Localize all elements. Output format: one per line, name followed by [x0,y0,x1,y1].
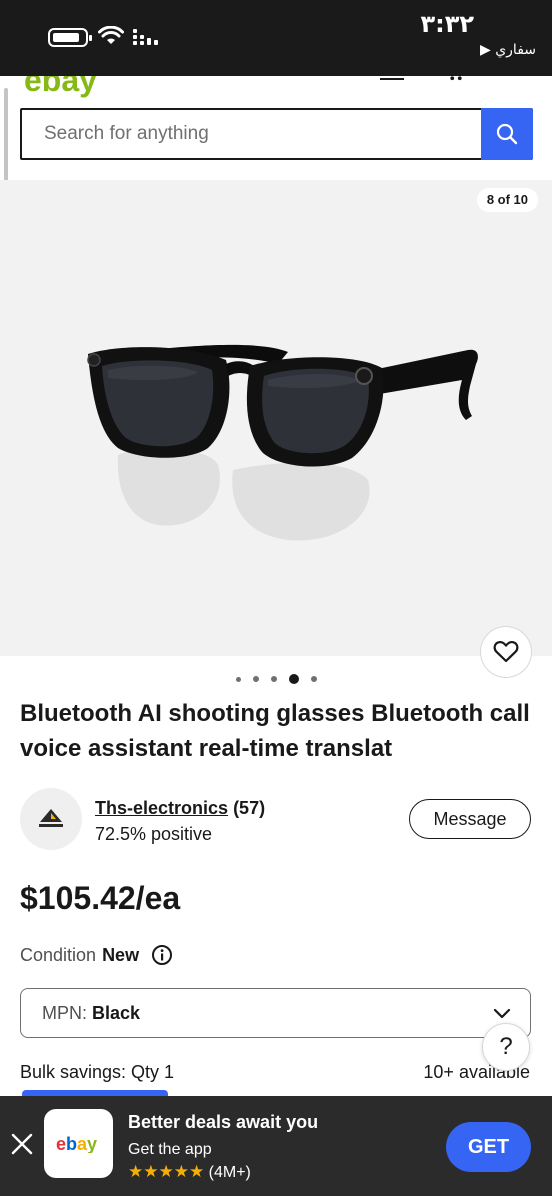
cellular-signal-icon [133,29,158,45]
product-image [87,344,478,541]
heart-icon [493,641,519,663]
watchlist-button[interactable] [480,626,532,678]
ebay-logo[interactable]: ebay [24,76,97,98]
banner-title: Better deals await you [128,1112,319,1132]
seller-username[interactable]: Ths-electronics [95,798,228,818]
message-seller-button[interactable]: Message [409,799,531,839]
get-app-button[interactable]: GET [446,1122,531,1172]
info-icon[interactable] [151,944,173,966]
pagination-dot[interactable] [235,676,241,682]
cart-icon[interactable] [446,76,466,82]
rating-count: (4M+) [208,1164,251,1181]
seller-positive-rating: 72.5% positive [95,824,213,844]
pagination-dot-active[interactable] [288,674,299,684]
star-rating-icon: ★★★★★ [128,1162,205,1181]
ebay-logo: ebay [56,1135,97,1153]
condition-label: Condition [20,944,97,965]
seller-name[interactable]: Ths-electronics (57) [95,798,265,819]
image-counter: 8 of 10 [476,188,538,212]
mpn-select[interactable]: MPN: Black [20,988,531,1038]
condition-value: New [102,944,140,965]
help-button[interactable]: ? [482,1023,530,1071]
seller-avatar[interactable] [20,788,82,850]
ebay-app-icon: ebay [44,1109,113,1178]
gallery-pagination [0,674,552,684]
app-install-banner: ebay Better deals await you Get the app … [0,1096,552,1196]
clock: ٣:٣٢ [420,10,474,38]
search-input[interactable] [22,110,482,158]
price: $105.42/ea [20,880,181,916]
wifi-icon [98,26,124,44]
seller-feedback-count: (57) [233,798,266,818]
chevron-down-icon [493,1008,511,1019]
banner-subtitle: Get the app [128,1141,212,1158]
pagination-dot[interactable] [252,676,259,682]
search-bar [20,108,533,160]
search-icon [496,123,518,145]
menu-icon[interactable] [380,76,404,80]
bulk-savings: Bulk savings: Qty 1 [20,1062,175,1082]
product-image-gallery[interactable]: 8 of 10 [0,180,552,678]
svg-text:ebay: ebay [56,1135,97,1153]
app-rating: ★★★★★ (4M+) [128,1162,251,1182]
pagination-dot[interactable] [310,676,317,682]
mpn-select-text: MPN: Black [42,1003,140,1024]
product-title: Bluetooth AI shooting glasses Bluetooth … [20,700,530,762]
pagination-dot[interactable] [270,676,277,682]
header-bar: ebay [0,76,552,98]
back-to-app-link[interactable]: ▶ سفاري [480,42,536,58]
status-bar: ٣:٣٢ ▶ سفاري [0,0,552,76]
battery-icon [48,28,92,47]
mpn-value: Black [92,1003,141,1023]
seller-logo [39,809,63,827]
condition-row: Condition New [20,944,173,966]
close-icon[interactable] [10,1132,34,1156]
search-button[interactable] [481,108,533,160]
mpn-label: MPN: [42,1003,87,1023]
